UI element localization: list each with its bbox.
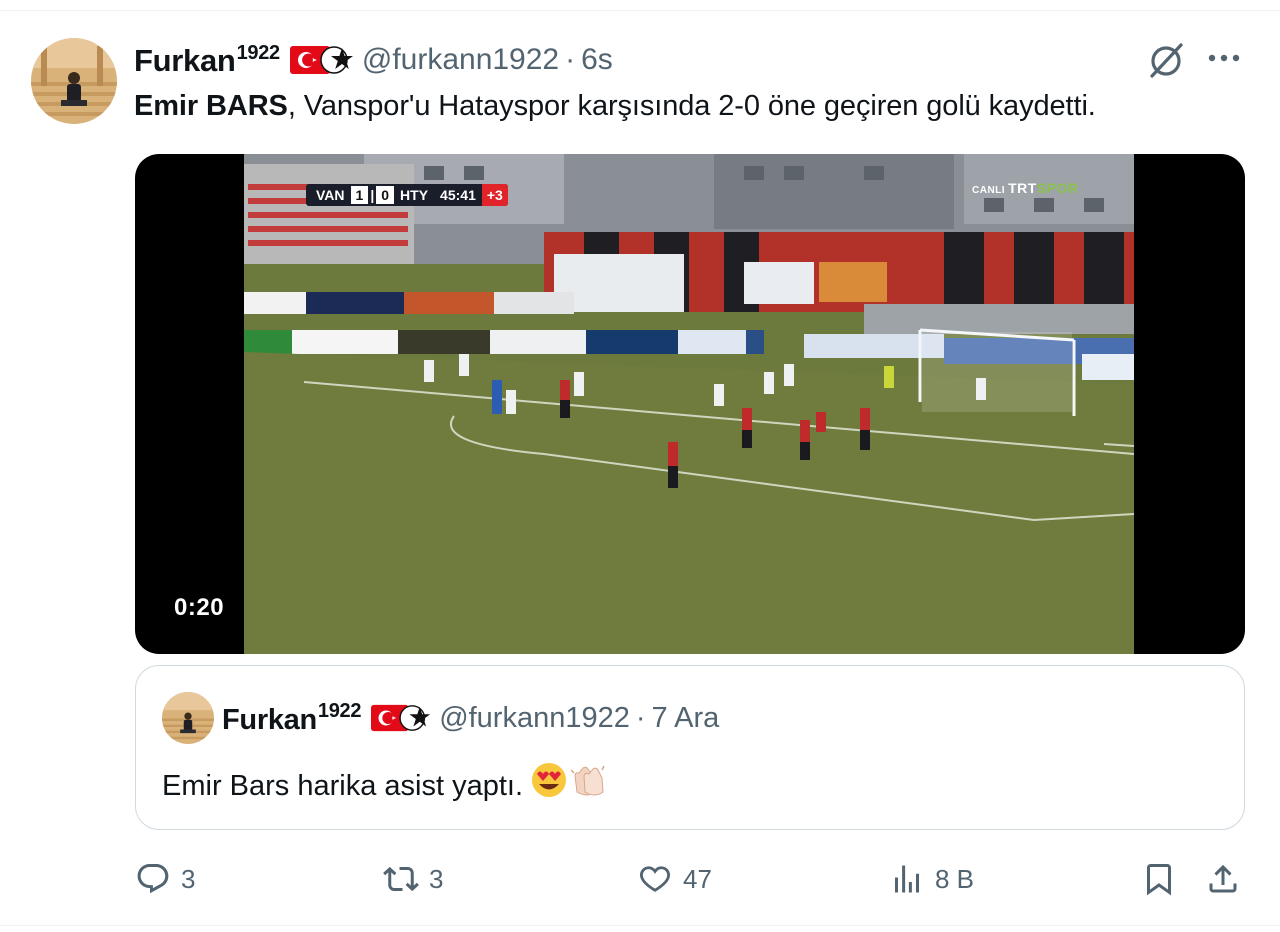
quoted-author-avatar[interactable]	[162, 692, 214, 744]
tweet-text-bold: Emir BARS	[134, 90, 288, 122]
heart-eyes-emoji-icon	[531, 762, 567, 809]
like-count: 47	[683, 863, 712, 894]
repost-button[interactable]: 3	[383, 858, 443, 900]
quoted-tweet-text: Emir Bars harika asist yaptı.	[162, 762, 609, 809]
quoted-tweet-text-body: Emir Bars harika asist yaptı.	[162, 769, 523, 802]
scorebar-home-team: VAN	[316, 187, 345, 203]
quoted-tweet[interactable]: Furkan1922 @furkann1922 · 7 Ara Emir Bar…	[135, 665, 1245, 830]
reply-icon	[137, 864, 169, 894]
quoted-author-handle[interactable]: @furkann1922	[439, 702, 630, 735]
grok-icon[interactable]	[1146, 40, 1186, 80]
video-player[interactable]: VAN 1 | 0 HTY 45:41 +3 CANLI TRTSPOR 0:20	[135, 154, 1245, 654]
tweet-text: Emir BARS, Vanspor'u Hatayspor karşısınd…	[134, 86, 1096, 126]
reply-button[interactable]: 3	[135, 858, 195, 900]
scorebar-clock: 45:41	[440, 187, 476, 203]
author-handle[interactable]: @furkann1922	[362, 43, 559, 77]
quoted-tweet-header: Furkan1922 @furkann1922 · 7 Ara	[222, 698, 719, 738]
scorebar-added-time: +3	[481, 184, 508, 206]
views-button[interactable]: 8 B	[889, 858, 974, 900]
share-icon	[1209, 864, 1237, 893]
views-count: 8 B	[935, 863, 975, 894]
flag-badge-icon	[289, 43, 354, 77]
scorebar-away-score: 0	[376, 186, 395, 204]
author-name[interactable]: Furkan1922	[134, 42, 280, 79]
more-icon[interactable]	[1204, 42, 1244, 74]
views-icon	[895, 865, 919, 893]
reply-count: 3	[181, 863, 196, 894]
clapping-hands-emoji-icon	[569, 762, 609, 809]
author-avatar[interactable]	[31, 38, 117, 124]
top-divider	[0, 10, 1280, 11]
video-frame: VAN 1 | 0 HTY 45:41 +3 CANLI TRTSPOR	[244, 154, 1134, 654]
broadcaster-logo: CANLI TRTSPOR	[972, 180, 1079, 196]
tweet-action-bar: 3 3 47 8 B	[135, 858, 1245, 900]
flag-badge-icon	[371, 702, 431, 734]
scorebar-separator: |	[370, 187, 375, 203]
like-button[interactable]: 47	[637, 858, 712, 900]
quoted-author-name[interactable]: Furkan1922	[222, 700, 361, 737]
video-still-image	[244, 154, 1134, 654]
video-duration: 0:20	[159, 586, 240, 630]
bookmark-button[interactable]	[1141, 858, 1177, 900]
share-button[interactable]	[1205, 858, 1241, 900]
separator-dot: ·	[565, 43, 576, 76]
tweet-header: Furkan1922 @furkann1922 · 6s	[134, 40, 613, 80]
tweet-timestamp[interactable]: 6s	[581, 43, 613, 77]
tweet-text-rest: , Vanspor'u Hatayspor karşısında 2-0 öne…	[287, 90, 1096, 122]
scorebar-away-team: HTY	[400, 187, 429, 203]
separator-dot: ·	[635, 701, 646, 734]
like-icon	[640, 866, 670, 892]
bookmark-icon	[1147, 864, 1171, 896]
video-scorebar: VAN 1 | 0 HTY 45:41 +3	[306, 184, 508, 206]
quoted-tweet-timestamp[interactable]: 7 Ara	[652, 702, 720, 735]
bottom-divider	[0, 925, 1280, 926]
repost-icon	[383, 866, 419, 892]
repost-count: 3	[429, 863, 444, 894]
scorebar-home-score: 1	[350, 186, 369, 204]
